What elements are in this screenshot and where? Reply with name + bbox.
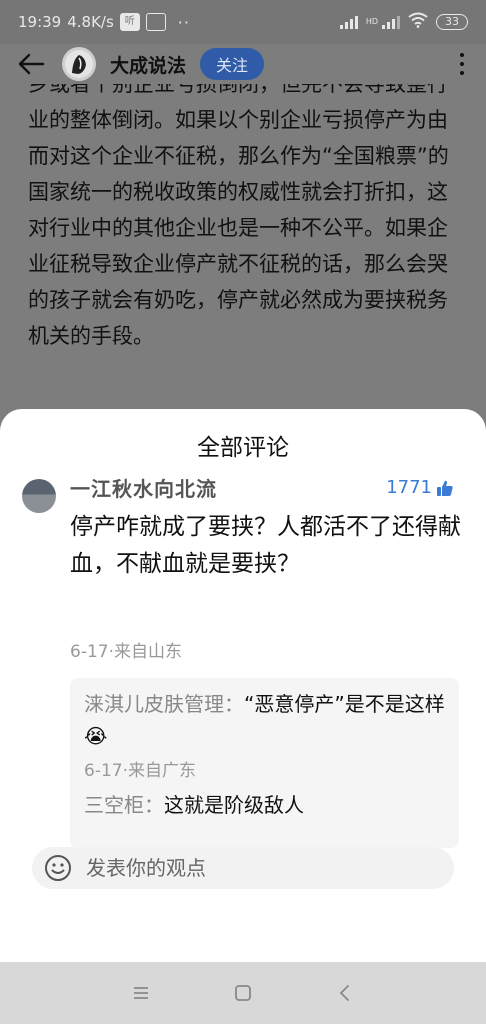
signal-icon [339, 15, 358, 29]
commenter-name[interactable]: 一江秋水向北流 [70, 473, 217, 502]
account-name[interactable]: 大成说法 [110, 51, 186, 78]
article-text: 乡或者个别企业亏损倒闭，但完不会导致整行业的整体倒闭。如果以个别企业亏损停产为由… [28, 84, 449, 348]
menu-icon [134, 987, 148, 999]
wifi-icon [408, 12, 428, 32]
back-nav-button[interactable] [330, 978, 360, 1008]
signal-2-icon [382, 15, 400, 29]
account-avatar[interactable] [62, 47, 96, 81]
reply-meta: 6-17·来自广东 [84, 761, 196, 781]
emoji-icon[interactable] [44, 854, 72, 882]
home-square-icon [235, 985, 251, 1001]
system-nav-bar [0, 962, 486, 1024]
reply-user[interactable]: 三空柜 [84, 793, 144, 817]
more-vertical-icon [460, 53, 464, 57]
comment-header: 一江秋水向北流 1771 [0, 469, 486, 513]
notification-app-icon: 听 [119, 13, 140, 31]
hd-label: HD [365, 17, 378, 26]
arrow-left-icon [18, 53, 45, 75]
menu-button[interactable] [126, 978, 156, 1008]
battery-icon: 33 [436, 14, 468, 30]
home-button[interactable] [228, 978, 258, 1008]
follow-button[interactable]: 关注 [200, 48, 265, 80]
comment-list[interactable]: 一江秋水向北流 1771 停产咋就成了要挟？人都活不了还得献血，不献血就是要挟？… [0, 469, 486, 849]
status-network-speed: 4.8K/s [67, 13, 114, 31]
reply-text: 这就是阶级敌人 [164, 793, 304, 817]
notification-image-icon [145, 13, 166, 31]
like-button[interactable]: 1771 [386, 477, 454, 498]
comments-sheet: 全部评论 一江秋水向北流 1771 停产咋就成了要挟？人都活不了还得献血，不献血… [0, 409, 486, 962]
reply-item[interactable]: 三空柜：这就是阶级敌人 [84, 789, 445, 821]
status-time: 19:39 [18, 13, 62, 31]
more-options-button[interactable] [452, 49, 472, 79]
article-header: 大成说法 关注 [0, 44, 486, 84]
comment-text: 停产咋就成了要挟？人都活不了还得献血，不献血就是要挟？ [70, 514, 461, 577]
thumbs-up-icon [437, 480, 453, 496]
reply-user[interactable]: 涞淇儿皮肤管理 [84, 692, 224, 716]
more-notifications-icon: ·· [177, 12, 190, 32]
back-button[interactable] [14, 47, 48, 81]
status-bar: 19:39 4.8K/s 听 ·· HD 33 [0, 0, 486, 44]
article-body: 乡或者个别企业亏损倒闭，但完不会导致整行业的整体倒闭。如果以个别企业亏损停产为由… [28, 84, 468, 384]
comment-input-bar[interactable] [32, 847, 454, 889]
comment-input[interactable] [86, 856, 386, 880]
comment-meta: 6-17·来自山东 [70, 642, 182, 662]
commenter-avatar[interactable] [22, 479, 56, 513]
reply-item[interactable]: 涞淇儿皮肤管理：“恶意停产”是不是这样😭 [84, 688, 445, 752]
chevron-left-icon [339, 985, 349, 1001]
reply-list[interactable]: 涞淇儿皮肤管理：“恶意停产”是不是这样😭 6-17·来自广东 三空柜：这就是阶级… [70, 678, 459, 848]
like-count: 1771 [386, 477, 432, 498]
